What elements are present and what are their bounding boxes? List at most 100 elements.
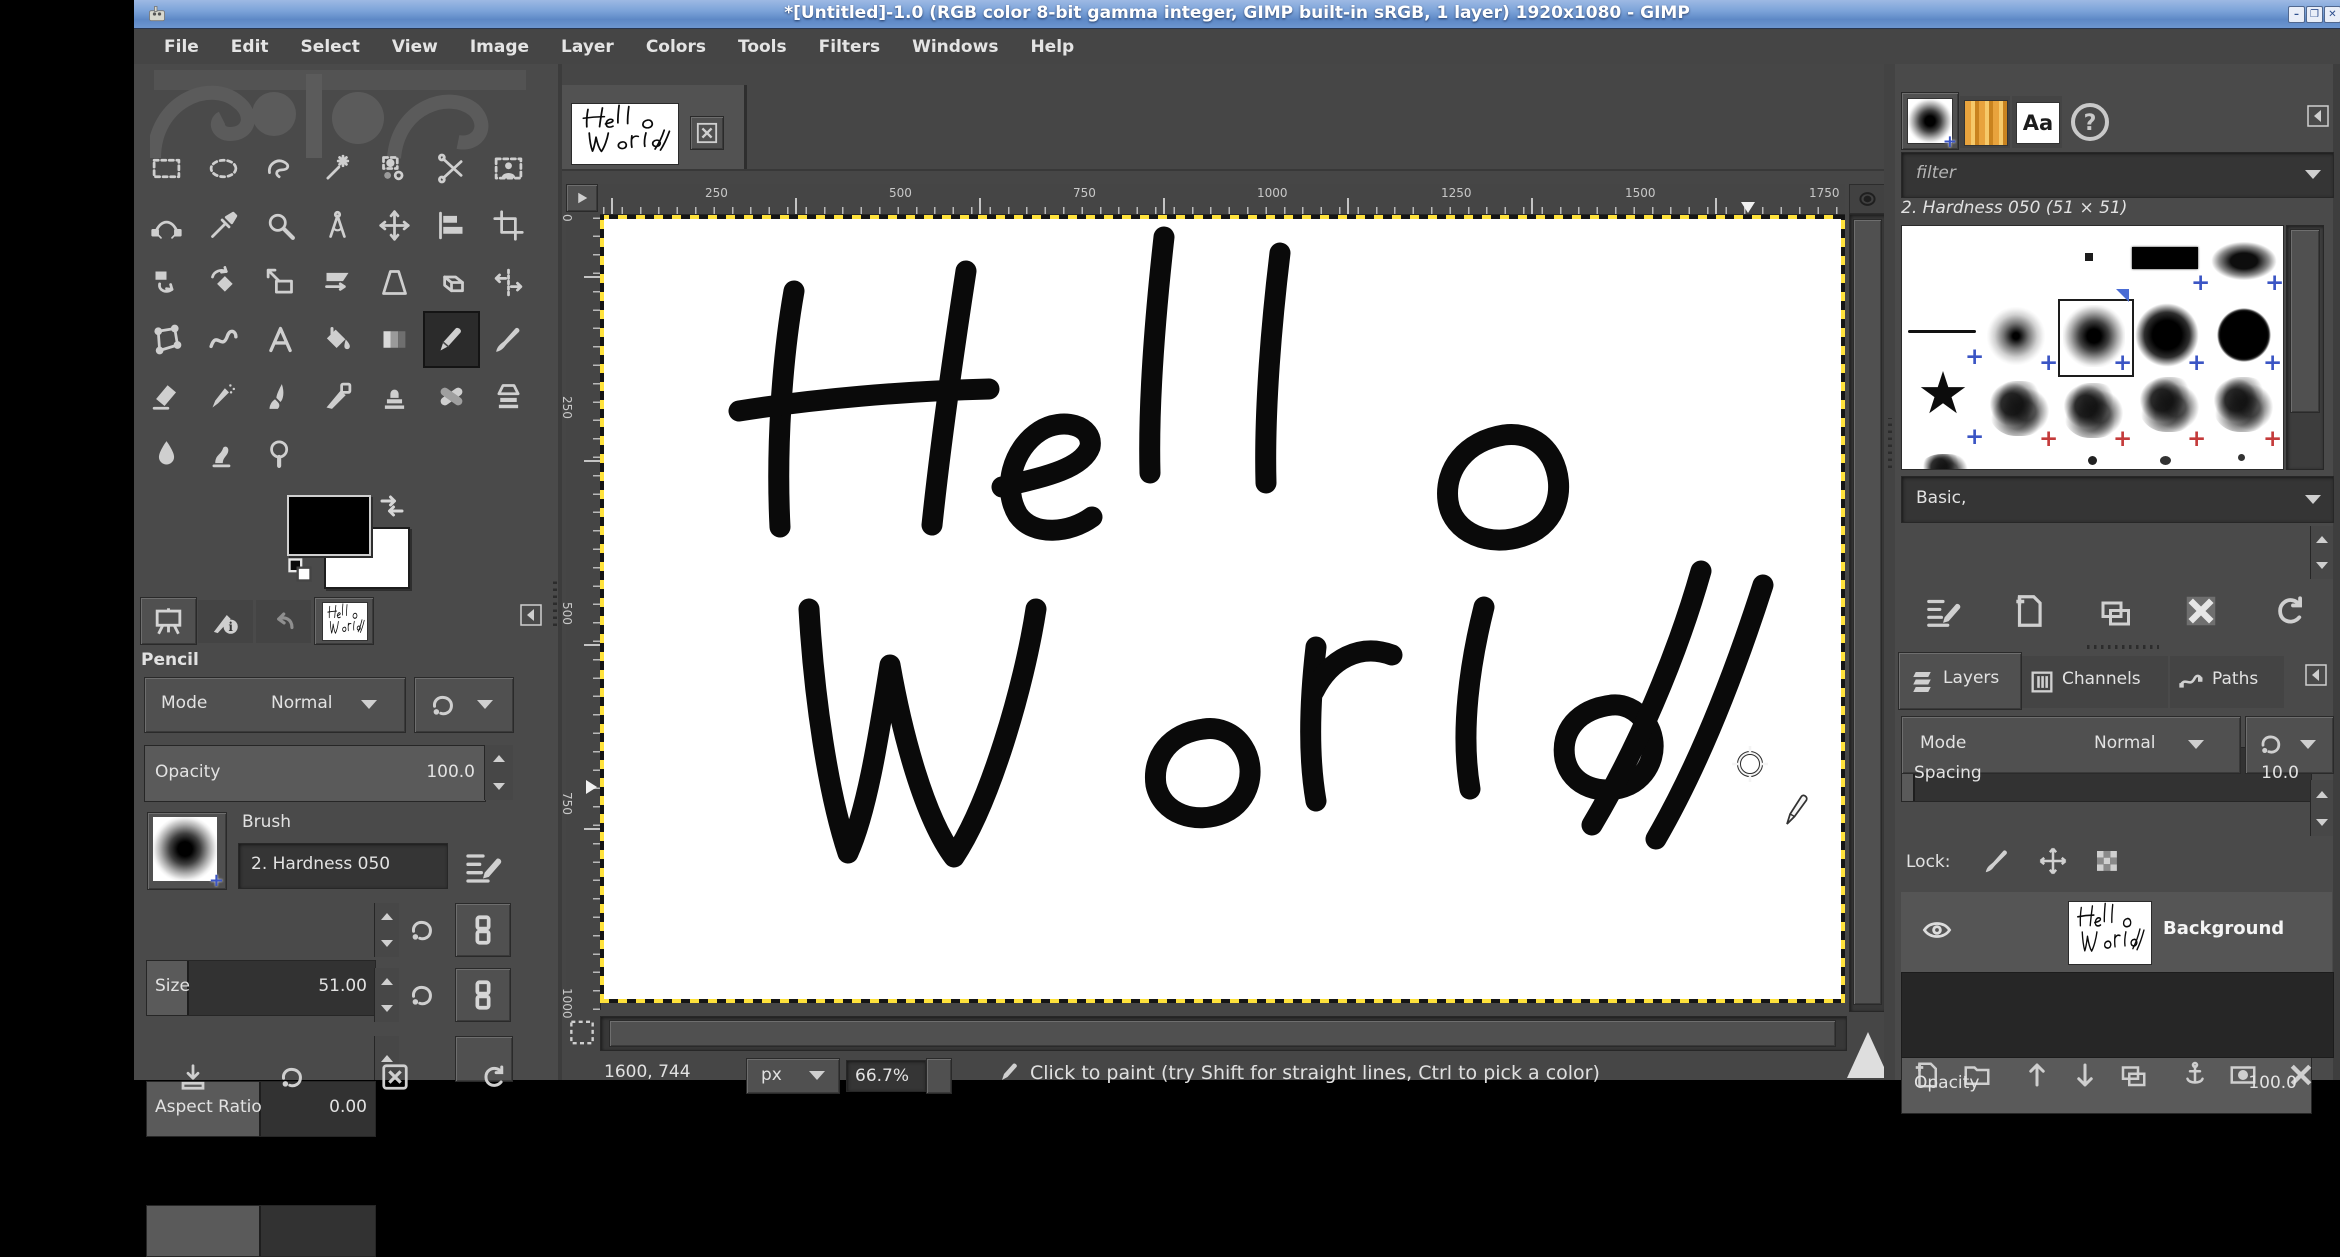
swap-colors-icon[interactable]: [377, 491, 407, 521]
tab-channels[interactable]: Channels: [2022, 656, 2168, 708]
tool-unified-transform-button[interactable]: [138, 254, 195, 311]
menu-view[interactable]: View: [376, 37, 454, 57]
tool-color-picker-button[interactable]: [195, 197, 252, 254]
image-tab-thumbnail[interactable]: [571, 103, 679, 165]
brush-grid-scrollbar-thumb[interactable]: [2290, 229, 2320, 413]
tab-paths[interactable]: Paths: [2170, 656, 2284, 708]
tool-airbrush-button[interactable]: [195, 368, 252, 425]
aspect-reset-button[interactable]: [406, 980, 436, 1010]
brush-thumbnail-button[interactable]: +: [147, 812, 227, 890]
tool-rotate-button[interactable]: [195, 254, 252, 311]
new-brush-button[interactable]: [2010, 592, 2048, 630]
brush-grid[interactable]: + + + + + + + ★ + + + + +: [1901, 225, 2284, 470]
tool-dodge-burn-button[interactable]: [252, 425, 309, 482]
tab-image-thumbnail[interactable]: [314, 597, 374, 645]
aspect-spinner[interactable]: [374, 968, 399, 1022]
tab-device-status[interactable]: i: [198, 600, 253, 643]
brush-item[interactable]: [2088, 456, 2097, 465]
close-button[interactable]: ✕: [2324, 6, 2340, 23]
mode-reset-button[interactable]: [414, 677, 514, 733]
menu-help[interactable]: Help: [1014, 37, 1090, 57]
horizontal-ruler[interactable]: 250 500 750 1000 1250 1500 1750: [600, 184, 1845, 215]
tool-perspective-clone-button[interactable]: [480, 368, 537, 425]
reset-tool-options-button[interactable]: [478, 1062, 508, 1092]
tool-pencil-button[interactable]: [423, 311, 480, 368]
tab-brushes[interactable]: +: [1901, 92, 1959, 150]
horizontal-scrollbar-thumb[interactable]: [609, 1020, 1836, 1047]
vertical-scrollbar-thumb[interactable]: [1853, 219, 1882, 1005]
size-link-toggle[interactable]: [455, 903, 511, 957]
zoom-follow-window-toggle[interactable]: [1849, 184, 1886, 214]
brush-filter-input[interactable]: filter: [1901, 152, 2334, 198]
brush-group-select[interactable]: Basic,: [1901, 476, 2334, 523]
tool-text-button[interactable]: [252, 311, 309, 368]
zoom-level-field[interactable]: 66.7%: [846, 1060, 926, 1092]
maximize-button[interactable]: ❐: [2306, 6, 2323, 23]
right-dock-divider-grip[interactable]: [1888, 418, 1892, 468]
tool-scale-button[interactable]: [252, 254, 309, 311]
tool-ellipse-select-button[interactable]: [195, 140, 252, 197]
collapse-layers-dock-button[interactable]: [2304, 662, 2328, 688]
tool-shear-button[interactable]: [309, 254, 366, 311]
lock-pixels-toggle[interactable]: [1982, 846, 2012, 876]
menu-windows[interactable]: Windows: [896, 37, 1014, 57]
brush-item[interactable]: [1908, 330, 1976, 333]
toolbox-divider-grip[interactable]: [553, 578, 557, 626]
raise-layer-button[interactable]: [2022, 1060, 2052, 1090]
size-slider[interactable]: Size 51.00: [146, 960, 376, 1016]
opacity-spinner[interactable]: [484, 745, 513, 800]
size-reset-button[interactable]: [406, 915, 436, 945]
size-spinner[interactable]: [374, 903, 399, 957]
duplicate-brush-button[interactable]: [2097, 594, 2133, 630]
tool-ink-button[interactable]: [252, 368, 309, 425]
foreground-color-swatch[interactable]: [287, 495, 371, 556]
tool-select-by-color-button[interactable]: [366, 140, 423, 197]
lock-position-toggle[interactable]: [2038, 846, 2068, 876]
tab-patterns[interactable]: [1960, 96, 2010, 148]
layer-row-background[interactable]: Background: [1901, 892, 2332, 972]
tool-3d-transform-button[interactable]: [423, 254, 480, 311]
tool-mypaint-brush-button[interactable]: [309, 368, 366, 425]
spacing-spinner[interactable]: [2310, 526, 2333, 579]
tool-rectangle-select-button[interactable]: [138, 140, 195, 197]
brush-item[interactable]: [1920, 454, 1970, 470]
minimize-button[interactable]: –: [2288, 6, 2305, 23]
save-tool-preset-button[interactable]: [178, 1062, 208, 1092]
tool-warp-transform-button[interactable]: [195, 311, 252, 368]
tool-free-select-button[interactable]: [252, 140, 309, 197]
edit-brush-button[interactable]: [1924, 592, 1962, 630]
lock-alpha-toggle[interactable]: [2092, 846, 2122, 876]
canvas[interactable]: [604, 219, 1841, 999]
menu-colors[interactable]: Colors: [630, 37, 722, 57]
menu-image[interactable]: Image: [454, 37, 545, 57]
tab-fonts[interactable]: Aa: [2012, 96, 2062, 148]
tool-perspective-button[interactable]: [366, 254, 423, 311]
anchor-layer-button[interactable]: [2180, 1060, 2210, 1090]
zoom-menu-button[interactable]: [926, 1058, 952, 1094]
dock-grip[interactable]: [2087, 645, 2159, 649]
tool-paths-button[interactable]: [138, 197, 195, 254]
angle-slider[interactable]: [146, 1205, 376, 1257]
opacity-slider[interactable]: Opacity 100.0: [144, 745, 486, 802]
layer-name[interactable]: Background: [2163, 918, 2284, 939]
edit-brush-button[interactable]: [458, 846, 508, 886]
tool-fuzzy-select-button[interactable]: [309, 140, 366, 197]
tool-bucket-fill-button[interactable]: [309, 311, 366, 368]
tool-blur-sharpen-button[interactable]: [138, 425, 195, 482]
menu-tools[interactable]: Tools: [722, 37, 803, 57]
brush-item[interactable]: [2160, 456, 2171, 465]
menu-file[interactable]: File: [148, 37, 215, 57]
tool-align-button[interactable]: [423, 197, 480, 254]
navigation-arrow[interactable]: [1847, 1032, 1889, 1078]
brush-item[interactable]: [2085, 253, 2093, 261]
tool-eraser-button[interactable]: [138, 368, 195, 425]
collapse-right-dock-button[interactable]: [2306, 103, 2330, 129]
vertical-ruler[interactable]: 0 250 500 750 1000: [566, 214, 601, 1010]
delete-tool-preset-button[interactable]: [380, 1062, 410, 1092]
tool-smudge-button[interactable]: [195, 425, 252, 482]
tool-gradient-button[interactable]: [366, 311, 423, 368]
menu-filters[interactable]: Filters: [803, 37, 896, 57]
brush-item[interactable]: [2139, 377, 2199, 432]
tool-heal-button[interactable]: [423, 368, 480, 425]
tool-move-button[interactable]: [366, 197, 423, 254]
